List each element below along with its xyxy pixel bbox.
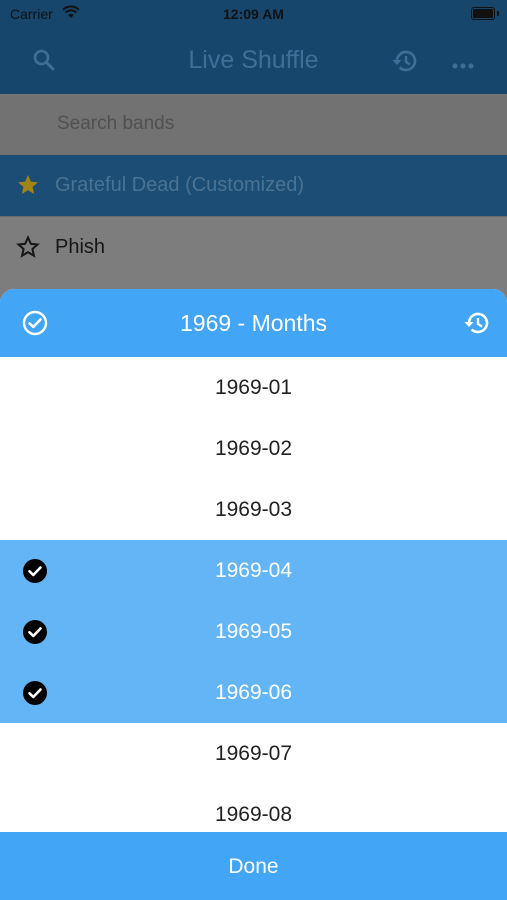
month-label: 1969-08 [214,803,293,826]
months-picker-sheet: 1969 - Months 1969-01 1969-02 1969-03 19… [0,289,507,900]
history-icon[interactable] [463,310,491,341]
month-list: 1969-01 1969-02 1969-03 1969-04 1969-05 … [0,357,507,845]
month-row[interactable]: 1969-07 [0,723,507,784]
month-label: 1969-02 [214,437,293,460]
month-label: 1969-03 [214,498,293,521]
battery-icon [471,7,495,20]
month-label: 1969-07 [214,742,293,765]
status-bar: Carrier 12:09 AM [0,0,507,30]
month-label: 1969-06 [214,681,293,704]
month-label: 1969-01 [214,376,293,399]
app-title: Live Shuffle [188,46,319,74]
sheet-title: 1969 - Months [179,310,328,336]
battery-tip [497,11,499,16]
band-name: Grateful Dead (Customized) [55,174,304,196]
month-row[interactable]: 1969-02 [0,418,507,479]
sheet-header: 1969 - Months [0,289,507,357]
star-outline-icon[interactable] [16,235,40,264]
navigation-bar: Live Shuffle [0,30,507,94]
month-row-selected[interactable]: 1969-05 [0,601,507,662]
month-row[interactable]: 1969-03 [0,479,507,540]
done-button[interactable]: Done [0,832,507,900]
month-row-selected[interactable]: 1969-04 [0,540,507,601]
band-name: Phish [55,236,106,258]
month-row[interactable]: 1969-01 [0,357,507,418]
done-label: Done [228,855,279,878]
more-icon[interactable] [452,56,474,74]
band-row-grateful-dead[interactable]: Grateful Dead (Customized) [0,155,507,216]
star-filled-icon[interactable] [16,173,40,202]
month-label: 1969-05 [214,620,293,643]
search-placeholder: Search bands [57,113,175,134]
month-label: 1969-04 [214,559,293,582]
search-bands-field[interactable]: Search bands [0,94,507,155]
band-row-phish[interactable]: Phish [0,216,507,278]
history-icon[interactable] [391,48,419,79]
month-row-selected[interactable]: 1969-06 [0,662,507,723]
status-time: 12:09 AM [223,6,284,22]
